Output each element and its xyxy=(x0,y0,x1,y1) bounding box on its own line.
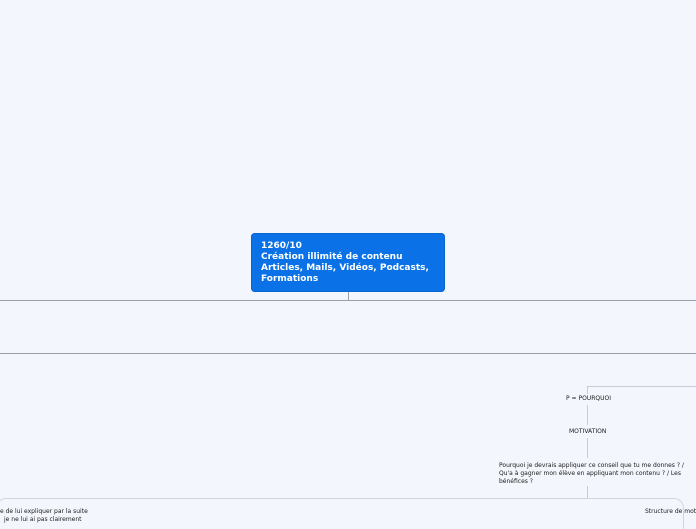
node-question-line-2: Qu'a à gagner mon élève en appliquant mo… xyxy=(499,470,681,477)
branch-connector-vertical-4 xyxy=(587,486,588,498)
root-topic-line-3: Articles, Mails, Vidéos, Podcasts, xyxy=(261,263,429,273)
node-question[interactable]: Pourquoi je devrais appliquer ce conseil… xyxy=(499,462,684,486)
root-topic-line-4: Formations xyxy=(261,274,319,284)
node-left-fragment-line-2: je ne lui ai pas clairement xyxy=(4,516,82,523)
secondary-branch-line xyxy=(0,353,696,354)
mindmap-canvas[interactable]: 1260/10 Création illimité de contenu Art… xyxy=(0,0,696,529)
branch-connector-vertical-1 xyxy=(587,386,588,394)
node-left-fragment[interactable]: e de lui expliquer par la suite je ne lu… xyxy=(0,508,88,524)
node-right-fragment[interactable]: Structure de moti xyxy=(645,508,696,516)
root-topic[interactable]: 1260/10 Création illimité de contenu Art… xyxy=(251,233,445,292)
main-branch-line xyxy=(0,300,696,301)
root-topic-line-1: 1260/10 xyxy=(261,241,302,251)
branch-connector-top xyxy=(587,386,696,387)
branch-connector-vertical-3 xyxy=(587,438,588,458)
root-topic-line-2: Création illimité de contenu xyxy=(261,252,403,262)
node-question-line-1: Pourquoi je devrais appliquer ce conseil… xyxy=(499,462,684,469)
node-left-fragment-line-1: e de lui expliquer par la suite xyxy=(0,508,88,515)
node-p-pourquoi[interactable]: P = POURQUOI xyxy=(566,395,611,403)
branch-connector-vertical-2 xyxy=(587,405,588,425)
node-motivation[interactable]: MOTIVATION xyxy=(569,428,606,436)
node-question-line-3: bénéfices ? xyxy=(499,478,533,485)
subtopics-outline xyxy=(0,498,684,529)
root-connector xyxy=(348,292,349,300)
